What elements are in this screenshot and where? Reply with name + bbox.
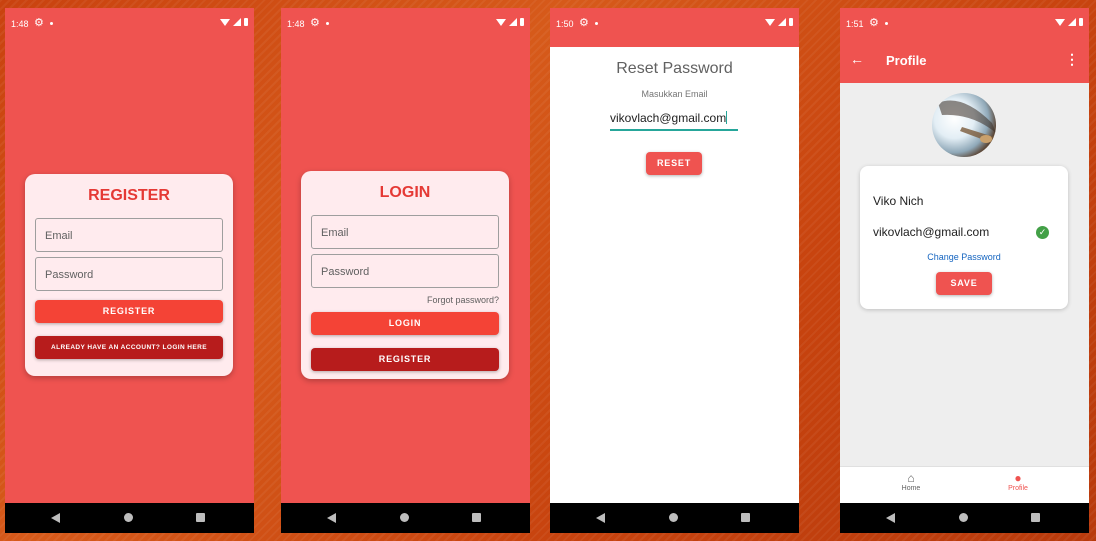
status-bar: 1:50 ⚙ [550,8,799,47]
status-bar: 1:48 ⚙ [5,8,254,38]
home-circle-icon[interactable] [124,513,133,522]
person-icon: ● [1014,471,1022,485]
arrow-back-icon[interactable]: ← [850,51,864,67]
app-bar-title: Profile [886,53,927,68]
register-title: REGISTER [88,187,170,204]
bottom-navigation: ⌂ Home ● Profile [840,466,1089,503]
signal-icon [509,18,517,26]
email-field[interactable]: Email [311,215,499,249]
wifi-icon [220,18,230,26]
profile-email: vikovlach@gmail.com [873,225,990,239]
email-input[interactable]: vikovlach@gmail.com [610,111,738,131]
notification-dot-icon [326,22,329,25]
home-circle-icon[interactable] [400,513,409,522]
status-time: 1:50 [556,19,574,29]
password-field[interactable]: Password [311,254,499,288]
login-screen: 1:48 ⚙ LOGIN Email Password Forgot passw… [281,8,530,533]
profile-name: Viko Nich [873,194,924,208]
status-bar: 1:51 ⚙ [840,8,1089,38]
text-cursor [726,111,728,124]
save-button[interactable]: SAVE [936,272,992,295]
battery-icon [244,18,248,26]
battery-icon [789,18,793,26]
recents-square-icon[interactable] [472,513,481,522]
recents-square-icon[interactable] [1031,513,1040,522]
email-label: Masukkan Email [641,89,708,99]
register-button[interactable]: REGISTER [311,348,499,371]
login-button[interactable]: LOGIN [311,312,499,335]
login-card: LOGIN Email Password Forgot password? LO… [301,171,509,379]
system-nav-bar [5,503,254,533]
status-time: 1:51 [846,19,864,29]
notification-dot-icon [50,22,53,25]
register-card: REGISTER Email Password REGISTER ALREADY… [25,174,233,376]
status-time: 1:48 [11,19,29,29]
back-triangle-icon[interactable] [51,513,60,523]
profile-app-bar: ← Profile ⋮ [840,38,1089,83]
wifi-icon [765,18,775,26]
nav-profile[interactable]: ● Profile [978,471,1058,493]
nav-home[interactable]: ⌂ Home [871,471,951,493]
back-triangle-icon[interactable] [886,513,895,523]
signal-icon [1068,18,1076,26]
password-field[interactable]: Password [35,257,223,291]
more-vert-icon[interactable]: ⋮ [1065,51,1079,68]
reset-button[interactable]: RESET [646,152,702,175]
battery-icon [520,18,524,26]
forgot-password-link[interactable]: Forgot password? [427,295,499,305]
reset-title: Reset Password [616,60,733,77]
notification-dot-icon [595,22,598,25]
avatar-image [938,100,996,143]
signal-icon [233,18,241,26]
battery-icon [1079,18,1083,26]
gear-icon: ⚙ [869,17,879,29]
gear-icon: ⚙ [579,17,589,29]
register-button[interactable]: REGISTER [35,300,223,323]
nav-profile-label: Profile [1008,485,1028,492]
system-nav-bar [840,503,1089,533]
status-bar: 1:48 ⚙ [281,8,530,38]
system-nav-bar [550,503,799,533]
profile-screen: 1:51 ⚙ ← Profile ⋮ Viko Nich vikovlach@g… [840,8,1089,533]
register-screen: 1:48 ⚙ REGISTER Email Password REGISTER … [5,8,254,533]
avatar[interactable] [932,93,996,157]
status-time: 1:48 [287,19,305,29]
home-circle-icon[interactable] [669,513,678,522]
gear-icon: ⚙ [310,17,320,29]
wifi-icon [1055,18,1065,26]
email-field[interactable]: Email [35,218,223,252]
home-icon: ⌂ [907,471,915,485]
signal-icon [778,18,786,26]
profile-card: Viko Nich vikovlach@gmail.com ✓ Change P… [860,166,1068,309]
back-triangle-icon[interactable] [327,513,336,523]
wifi-icon [496,18,506,26]
gear-icon: ⚙ [34,17,44,29]
verified-check-icon: ✓ [1036,226,1049,239]
recents-square-icon[interactable] [196,513,205,522]
reset-password-screen: 1:50 ⚙ Reset Password Masukkan Email vik… [550,8,799,533]
email-input-value: vikovlach@gmail.com [610,111,727,125]
login-here-button[interactable]: ALREADY HAVE AN ACCOUNT? LOGIN HERE [35,336,223,359]
nav-home-label: Home [901,485,921,492]
recents-square-icon[interactable] [741,513,750,522]
system-nav-bar [281,503,530,533]
back-triangle-icon[interactable] [596,513,605,523]
notification-dot-icon [885,22,888,25]
home-circle-icon[interactable] [959,513,968,522]
change-password-link[interactable]: Change Password [860,252,1068,262]
login-title: LOGIN [379,184,431,201]
